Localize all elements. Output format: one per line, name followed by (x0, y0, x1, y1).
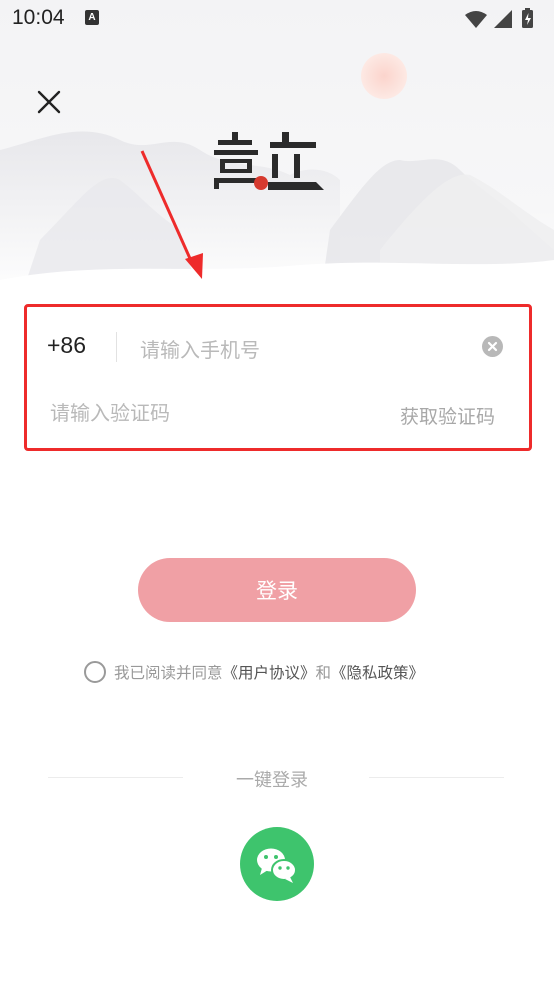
divider-left (48, 777, 183, 778)
field-divider (116, 332, 117, 362)
status-icons (465, 8, 533, 28)
privacy-policy-link[interactable]: 《隐私政策》 (331, 664, 424, 682)
agreement-text: 我已阅读并同意《用户协议》和《隐私政策》 (114, 661, 424, 683)
close-button[interactable] (33, 86, 65, 118)
annotation-arrow (140, 150, 203, 279)
one-click-login-label: 一键登录 (236, 770, 308, 791)
get-code-button[interactable]: 获取验证码 (400, 402, 495, 429)
close-icon (37, 90, 61, 114)
cell-signal-icon (494, 10, 512, 28)
agreement-prefix: 我已阅读并同意 (114, 664, 223, 682)
clear-input-icon (487, 341, 498, 352)
notification-a-icon: A (85, 10, 99, 25)
sun-decoration (361, 53, 407, 99)
user-agreement-link[interactable]: 《用户协议》 (223, 664, 316, 682)
wechat-login-button[interactable] (240, 827, 314, 901)
app-logo-icon (214, 132, 324, 190)
agreement-conjunction: 和 (315, 664, 332, 682)
phone-input[interactable] (140, 335, 460, 365)
status-bar: 10:04 A (0, 0, 554, 38)
wechat-icon (257, 848, 297, 883)
agreement-checkbox[interactable] (84, 661, 106, 683)
clear-phone-button[interactable] (482, 336, 503, 357)
divider-right (369, 777, 504, 778)
wifi-icon (465, 11, 487, 28)
verification-code-input[interactable] (50, 398, 350, 428)
login-button[interactable]: 登录 (138, 558, 416, 622)
status-time: 10:04 (12, 6, 65, 29)
country-code[interactable]: +86 (47, 332, 86, 359)
